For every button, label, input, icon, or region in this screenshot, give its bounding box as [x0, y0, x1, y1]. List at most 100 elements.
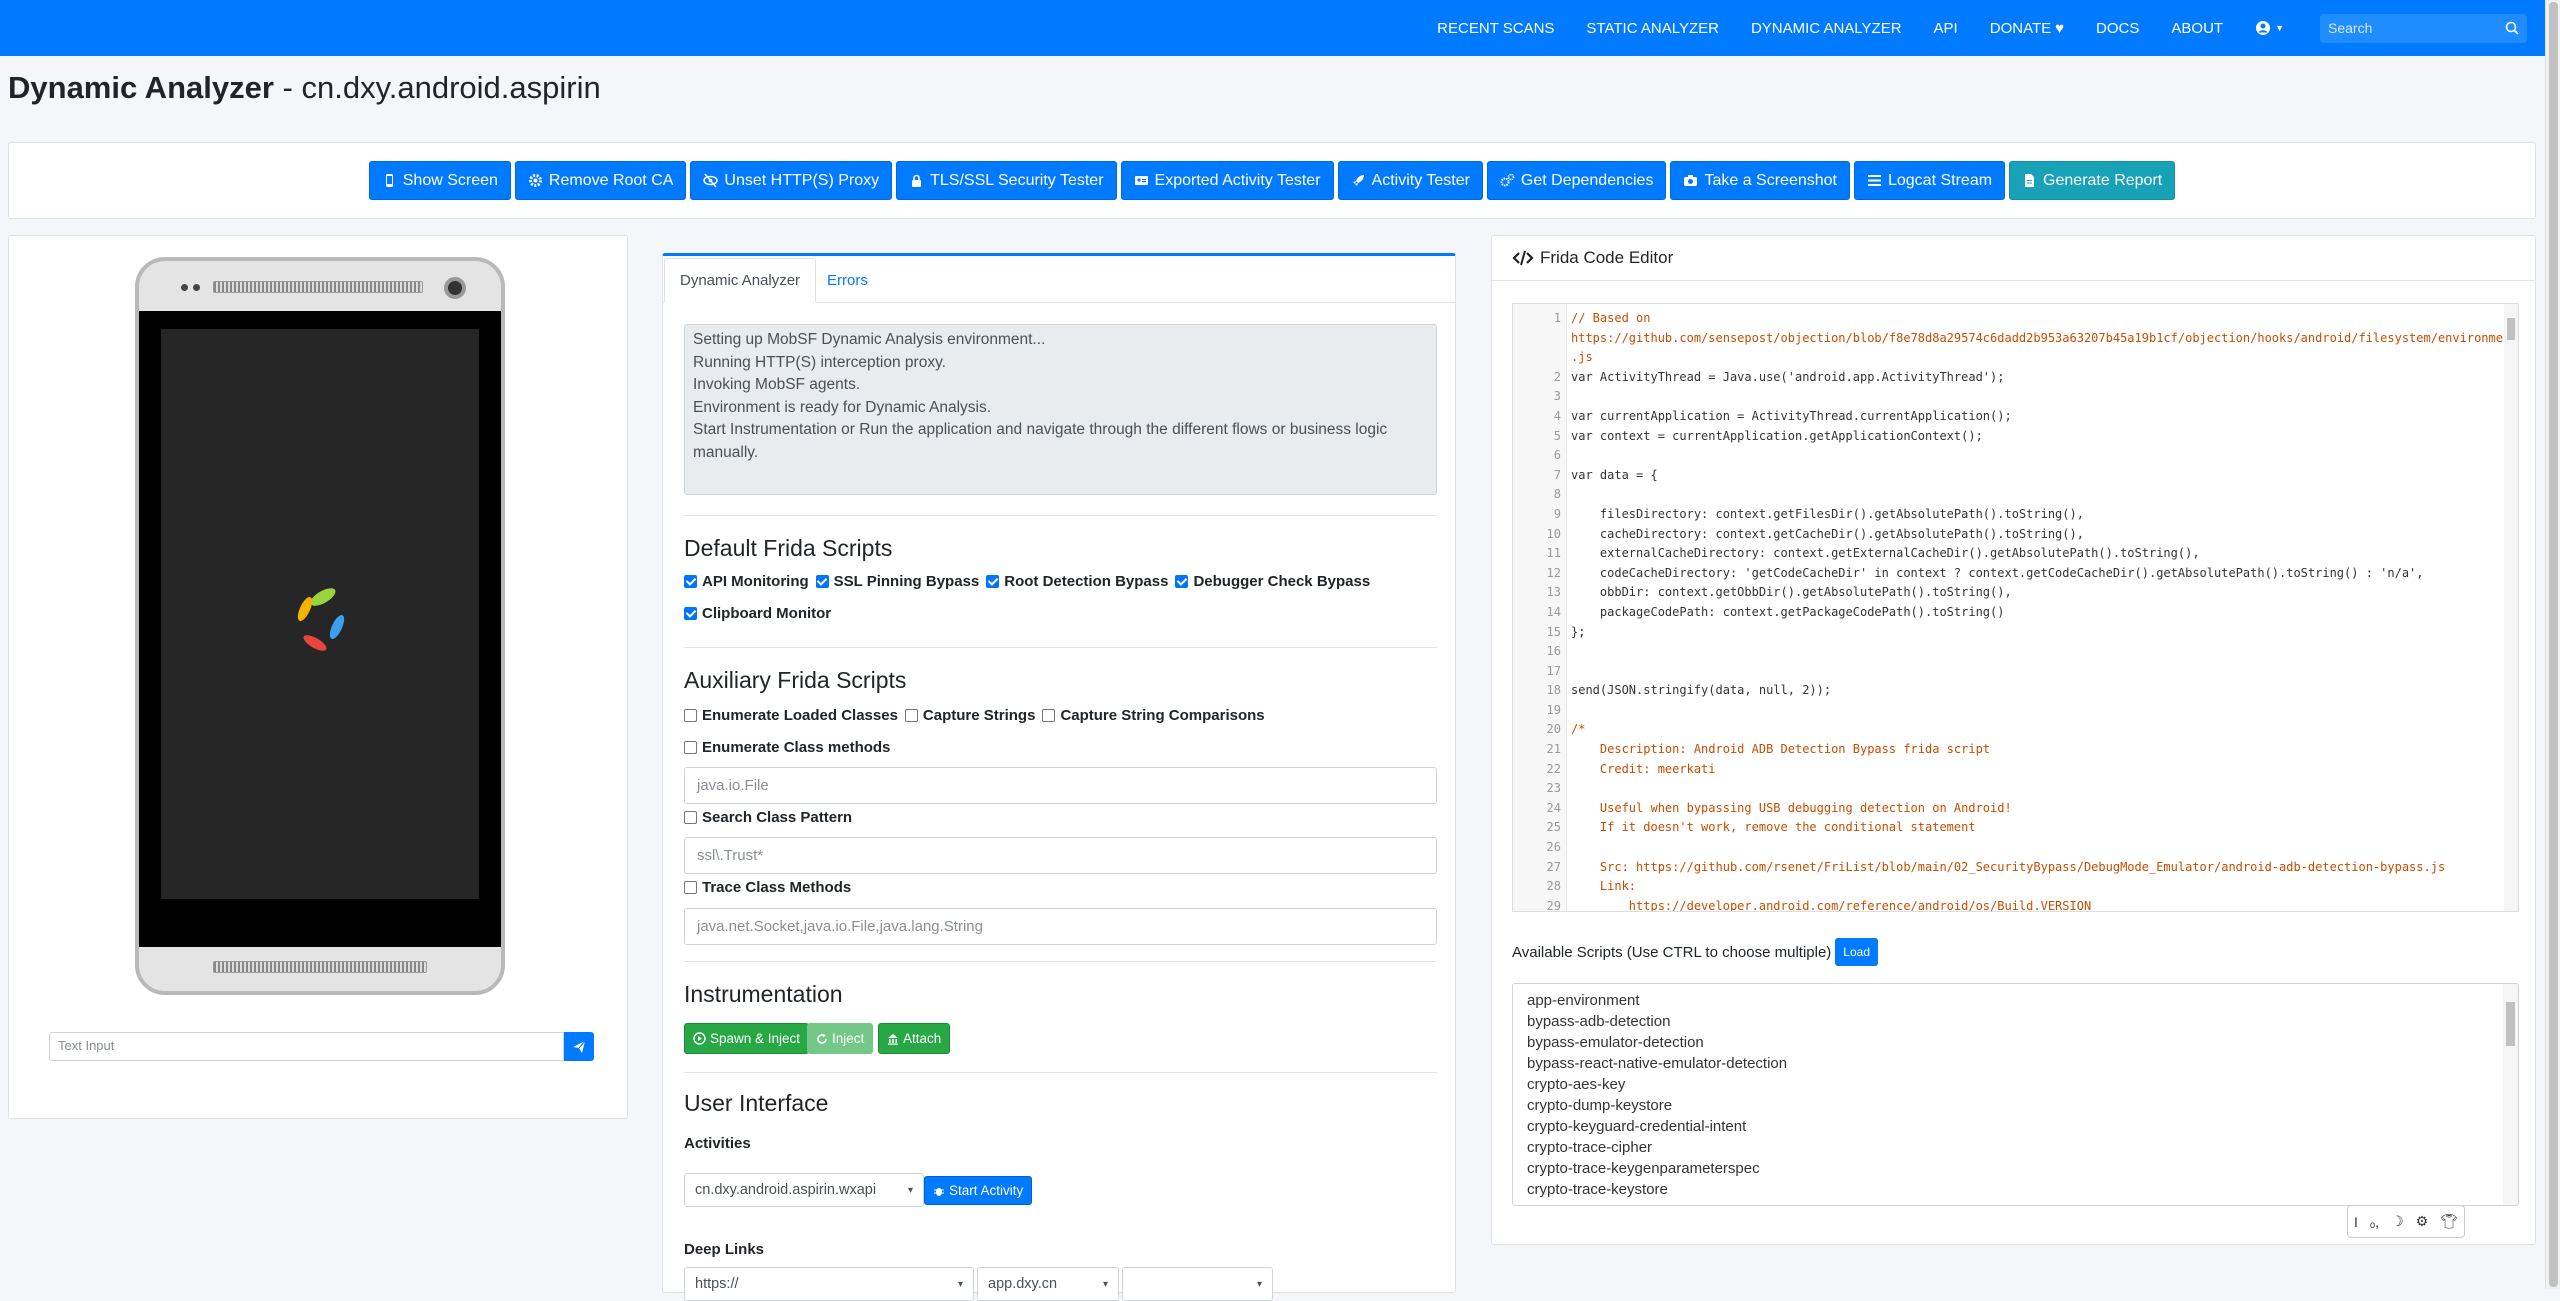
debugger-check-bypass-checkbox[interactable]	[1175, 575, 1189, 588]
code-line[interactable]: 24 Useful when bypassing USB debugging d…	[1513, 799, 2503, 819]
logcat-stream-button[interactable]: Logcat Stream	[1853, 161, 2006, 200]
script-option[interactable]: bypass-react-native-emulator-detection	[1527, 1053, 2504, 1074]
code-line[interactable]: 6	[1513, 446, 2503, 466]
spawn-inject-button[interactable]: Spawn & Inject	[684, 1023, 810, 1054]
script-option[interactable]: bypass-emulator-detection	[1527, 1032, 2504, 1053]
nav-static-analyzer[interactable]: STATIC ANALYZER	[1586, 20, 1719, 37]
tls-ssl-tester-button[interactable]: TLS/SSL Security Tester	[896, 161, 1117, 200]
code-line[interactable]: 3	[1513, 387, 2503, 407]
nav-recent-scans[interactable]: RECENT SCANS	[1437, 20, 1554, 37]
frida-code-editor[interactable]: 1 // Based on https://github.com/sensepost…	[1512, 303, 2519, 912]
nav-about[interactable]: ABOUT	[2171, 20, 2223, 37]
device-screen-display[interactable]	[161, 329, 479, 899]
script-option[interactable]: crypto-trace-keygenparameterspec	[1527, 1158, 2504, 1179]
scripts-list-scrollbar[interactable]	[2503, 984, 2518, 1205]
api-monitoring-checkbox[interactable]	[684, 575, 697, 588]
send-text-button[interactable]	[564, 1032, 594, 1061]
editor-code-area[interactable]: 1 // Based on https://github.com/sensepost…	[1513, 309, 2518, 911]
script-option[interactable]: app-environment	[1527, 990, 2504, 1011]
deeplink-scheme-select[interactable]: https:// ▾	[684, 1267, 974, 1301]
code-line[interactable]: 13 obbDir: context.getObbDir().getAbsolu…	[1513, 583, 2503, 603]
code-line[interactable]: 2 var ActivityThread = Java.use('android.…	[1513, 368, 2503, 388]
script-option[interactable]: crypto-dump-keystore	[1527, 1095, 2504, 1116]
case-icon[interactable]: ₒ,	[2370, 1214, 2379, 1230]
capture-string-comparisons-checkbox[interactable]	[1042, 709, 1056, 722]
nav-dynamic-analyzer[interactable]: DYNAMIC ANALYZER	[1751, 20, 1902, 37]
attach-button[interactable]: Attach	[878, 1023, 951, 1054]
take-screenshot-button[interactable]: Take a Screenshot	[1670, 161, 1850, 200]
page-scrollbar[interactable]	[2545, 0, 2560, 1289]
enumerate-loaded-classes-checkbox[interactable]	[684, 709, 697, 722]
code-line[interactable]: 20 /*	[1513, 720, 2503, 740]
code-line[interactable]: 15};	[1513, 623, 2503, 643]
code-line[interactable]: 5 var context = currentApplication.getApp…	[1513, 427, 2503, 447]
clipboard-monitor-checkbox[interactable]	[684, 607, 697, 620]
tab-errors[interactable]: Errors	[812, 258, 883, 303]
trace-class-methods-input[interactable]: java.net.Socket,java.io.File,java.lang.S…	[684, 908, 1437, 945]
user-menu[interactable]: ▼	[2255, 20, 2284, 36]
load-scripts-button[interactable]: Load	[1835, 938, 1878, 966]
code-line[interactable]: 28 Link:	[1513, 877, 2503, 897]
code-line[interactable]: 10 cacheDirectory: context.getCacheDir()…	[1513, 525, 2503, 545]
code-line[interactable]: .js	[1513, 348, 2503, 368]
script-option[interactable]: crypto-trace-cipher	[1527, 1137, 2504, 1158]
start-activity-button[interactable]: Start Activity	[924, 1176, 1033, 1205]
search-class-pattern-input[interactable]: ssl\.Trust*	[684, 837, 1437, 874]
script-option[interactable]: bypass-adb-detection	[1527, 1011, 2504, 1032]
gear-icon[interactable]: ⚙	[2416, 1213, 2429, 1230]
ssl-pinning-bypass-checkbox[interactable]	[815, 575, 829, 588]
trace-class-methods-checkbox[interactable]	[684, 881, 697, 894]
editor-scrollbar[interactable]	[2504, 304, 2518, 911]
code-line[interactable]: 16	[1513, 642, 2503, 662]
moon-icon[interactable]: ☽	[2391, 1213, 2404, 1230]
code-line[interactable]: 12 codeCacheDirectory: 'getCodeCacheDir'…	[1513, 564, 2503, 584]
device-screen[interactable]	[139, 311, 501, 947]
code-line[interactable]: 11 externalCacheDirectory: context.getEx…	[1513, 544, 2503, 564]
code-line[interactable]: 14 packageCodePath: context.getPackageCo…	[1513, 603, 2503, 623]
enumerate-class-methods-checkbox[interactable]	[684, 741, 697, 754]
code-line[interactable]: 21 Description: Android ADB Detection By…	[1513, 740, 2503, 760]
enumerate-class-methods-input[interactable]: java.io.File	[684, 767, 1437, 804]
code-line[interactable]: 1 // Based on	[1513, 309, 2503, 329]
code-line[interactable]: 9 filesDirectory: context.getFilesDir().…	[1513, 505, 2503, 525]
unset-proxy-button[interactable]: Unset HTTP(S) Proxy	[690, 161, 893, 200]
code-line[interactable]: 7 var data = {	[1513, 466, 2503, 486]
code-line[interactable]: 27 Src: https://github.com/rsenet/FriLis…	[1513, 858, 2503, 878]
search-icon[interactable]	[2505, 21, 2519, 35]
code-line[interactable]: 29 https://developer.android.com/referen…	[1513, 897, 2503, 911]
code-line[interactable]: 8	[1513, 485, 2503, 505]
available-scripts-list[interactable]: app-environment bypass-adb-detection bypas…	[1512, 983, 2519, 1206]
script-option[interactable]: crypto-keyguard-credential-intent	[1527, 1116, 2504, 1137]
code-line[interactable]: 23	[1513, 779, 2503, 799]
generate-report-button[interactable]: Generate Report	[2009, 161, 2176, 200]
deeplink-host-select[interactable]: app.dxy.cn ▾	[977, 1267, 1119, 1301]
device-text-input[interactable]: Text Input	[49, 1032, 564, 1061]
nav-donate[interactable]: DONATE ♥	[1990, 20, 2064, 37]
nav-docs[interactable]: DOCS	[2096, 20, 2139, 37]
code-line[interactable]: 26	[1513, 838, 2503, 858]
text-cursor-icon[interactable]: Ι	[2354, 1214, 2358, 1230]
code-line[interactable]: 18 send(JSON.stringify(data, null, 2));	[1513, 681, 2503, 701]
show-screen-button[interactable]: Show Screen	[368, 161, 511, 200]
status-log[interactable]: Setting up MobSF Dynamic Analysis enviro…	[684, 324, 1437, 495]
get-dependencies-button[interactable]: Get Dependencies	[1486, 161, 1667, 200]
script-option[interactable]: crypto-aes-key	[1527, 1074, 2504, 1095]
activity-select[interactable]: cn.dxy.android.aspirin.wxapi ▾	[684, 1173, 924, 1207]
code-line[interactable]: 25 If it doesn't work, remove the condit…	[1513, 818, 2503, 838]
remove-root-ca-button[interactable]: Remove Root CA	[514, 161, 687, 200]
search-input[interactable]: Search	[2320, 13, 2527, 43]
code-line[interactable]: 4 var currentApplication = ActivityThread…	[1513, 407, 2503, 427]
deeplink-path-select[interactable]: ▾	[1122, 1267, 1273, 1301]
activity-tester-button[interactable]: Activity Tester	[1337, 161, 1483, 200]
exported-activity-tester-button[interactable]: Exported Activity Tester	[1120, 161, 1334, 200]
shirt-icon[interactable]: 👕︎	[2440, 1213, 2458, 1230]
code-line[interactable]: 17	[1513, 662, 2503, 682]
nav-api[interactable]: API	[1934, 20, 1958, 37]
tab-dynamic-analyzer[interactable]: Dynamic Analyzer	[664, 258, 817, 303]
code-line[interactable]: 19	[1513, 701, 2503, 721]
code-line[interactable]: 22 Credit: meerkati	[1513, 760, 2503, 780]
capture-strings-checkbox[interactable]	[904, 709, 918, 722]
code-line[interactable]: https://github.com/sensepost/objection/b…	[1513, 329, 2517, 349]
root-detection-bypass-checkbox[interactable]	[986, 575, 1000, 588]
script-option[interactable]: crypto-trace-keystore	[1527, 1179, 2504, 1200]
